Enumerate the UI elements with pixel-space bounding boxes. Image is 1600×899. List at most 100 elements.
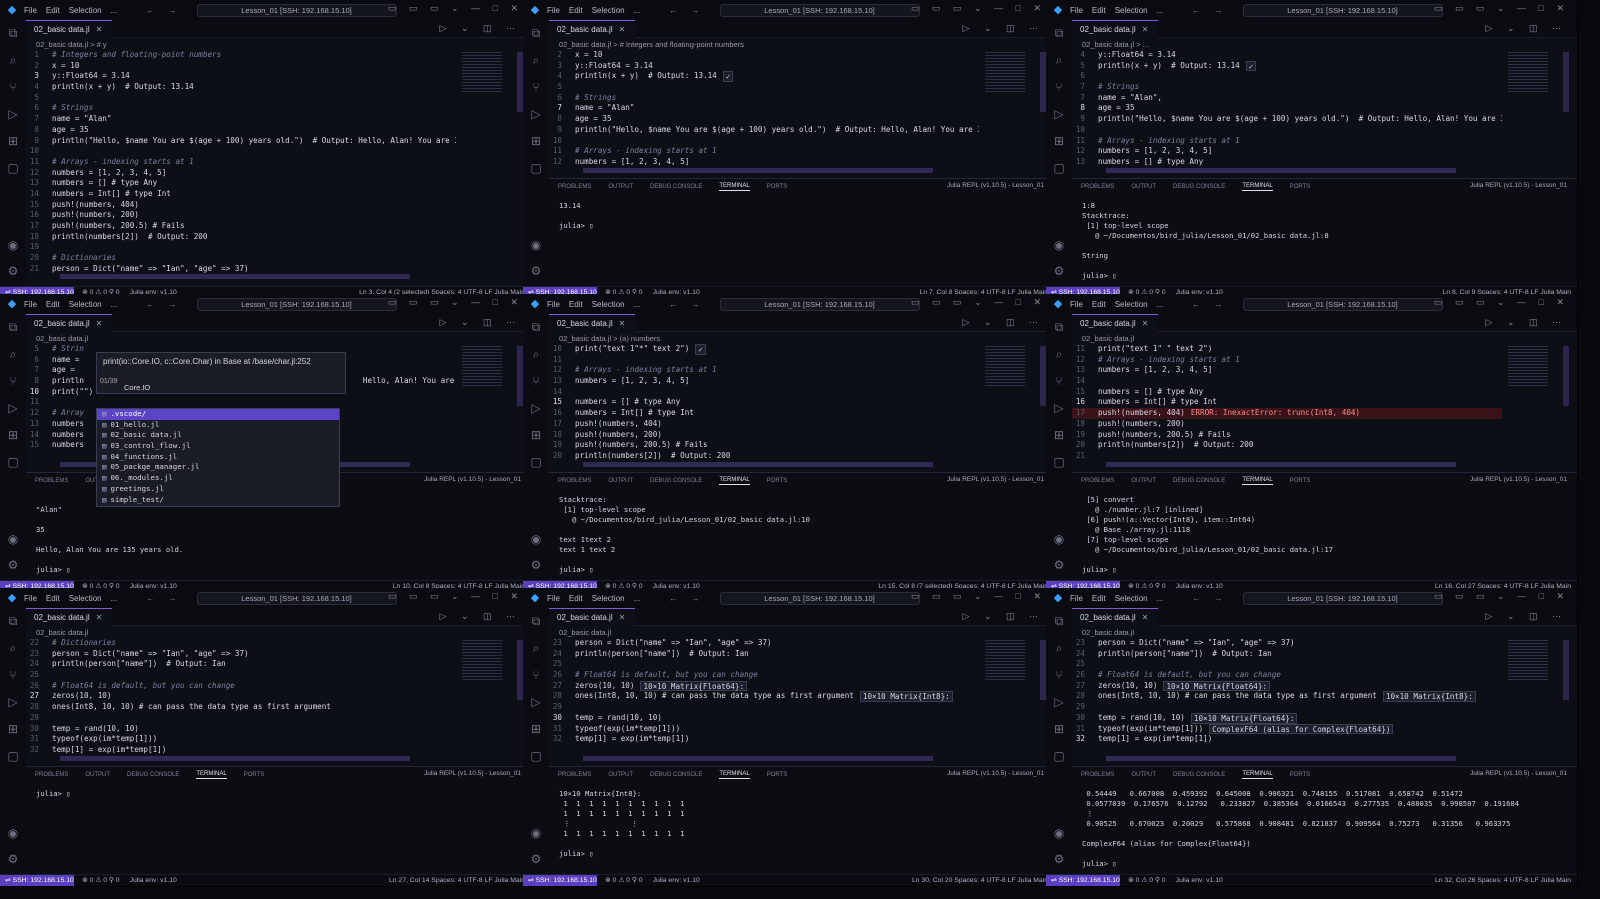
run-debug-icon[interactable]: ▷ bbox=[523, 395, 549, 422]
extensions-icon[interactable]: ⊞ bbox=[1046, 128, 1072, 155]
source-control-icon[interactable]: ⑂ bbox=[0, 368, 26, 395]
signature-counter[interactable]: 01/39 bbox=[100, 378, 118, 385]
editor-actions-icon[interactable]: ▷ ⌄ ◫ ⋯ bbox=[1486, 317, 1567, 328]
gear-icon[interactable]: ⚙ bbox=[523, 852, 549, 866]
editor-actions-icon[interactable]: ▷ ⌄ ◫ ⋯ bbox=[963, 23, 1044, 34]
close-icon[interactable]: ✕ bbox=[1142, 319, 1149, 328]
autocomplete-item[interactable]: ▤ simple_test/ bbox=[97, 495, 339, 506]
command-center-search[interactable]: Lesson_01 [SSH: 192.168.15.10] bbox=[196, 297, 397, 311]
extensions-icon[interactable]: ⊞ bbox=[1046, 422, 1072, 449]
nav-arrows-icon[interactable]: ← → bbox=[1192, 594, 1228, 603]
source-control-icon[interactable]: ⑂ bbox=[1046, 368, 1072, 395]
terminal-output[interactable]: [5] convert @ ./number.jl:7 [inlined] [6… bbox=[1082, 495, 1567, 575]
menu-0[interactable]: File bbox=[24, 594, 37, 603]
horizontal-scrollbar[interactable] bbox=[1106, 756, 1456, 761]
account-icon[interactable]: ◉ bbox=[0, 238, 26, 252]
code-editor[interactable]: 10 print("text 1"*" text 2") ✓ 11 12 # Arrays… bbox=[549, 344, 979, 472]
autocomplete-item[interactable]: ▤ 06._modules.jl bbox=[97, 473, 339, 484]
breadcrumb[interactable]: 02_basic data.jl > # y bbox=[36, 40, 107, 49]
command-center-search[interactable]: Lesson_01 [SSH: 192.168.15.10] bbox=[719, 3, 920, 17]
menu-1[interactable]: Edit bbox=[569, 594, 583, 603]
nav-arrows-icon[interactable]: ← → bbox=[146, 300, 182, 309]
source-control-icon[interactable]: ⑂ bbox=[523, 368, 549, 395]
extensions-icon[interactable]: ⊞ bbox=[523, 422, 549, 449]
julia-env[interactable]: Julia env: v1.10 bbox=[1176, 877, 1223, 884]
nav-arrows-icon[interactable]: ← → bbox=[146, 6, 182, 15]
window-controls-icon[interactable]: ▭ ▭ ▭ ⌄ — □ ✕ bbox=[388, 3, 523, 14]
gear-icon[interactable]: ⚙ bbox=[1046, 264, 1072, 278]
terminal-selector[interactable]: Julia REPL (v1.10.5) - Lesson_01 bbox=[1470, 476, 1567, 483]
vertical-scrollbar[interactable] bbox=[1563, 52, 1569, 112]
panel-tab-output[interactable]: OUTPUT bbox=[608, 772, 633, 778]
gear-icon[interactable]: ⚙ bbox=[0, 558, 26, 572]
run-debug-icon[interactable]: ▷ bbox=[0, 101, 26, 128]
panel-tab-output[interactable]: OUTPUT bbox=[85, 772, 110, 778]
panel-tab-ports[interactable]: PORTS bbox=[767, 184, 788, 190]
menu-0[interactable]: File bbox=[1070, 300, 1083, 309]
run-debug-icon[interactable]: ▷ bbox=[523, 689, 549, 716]
minimap[interactable] bbox=[985, 52, 1025, 92]
run-debug-icon[interactable]: ▷ bbox=[0, 689, 26, 716]
explorer-icon[interactable]: ⧉ bbox=[0, 608, 26, 635]
run-debug-icon[interactable]: ▷ bbox=[1046, 689, 1072, 716]
status-right[interactable]: Ln 32, Col 26 Spaces: 4 UTF-8 LF Julia M… bbox=[1435, 875, 1571, 886]
search-icon[interactable]: ⌕ bbox=[523, 47, 549, 74]
menu-0[interactable]: File bbox=[24, 6, 37, 15]
editor-tab[interactable]: 02_basic data.jl ✕ bbox=[549, 314, 635, 332]
minimap[interactable] bbox=[1508, 52, 1548, 92]
window-controls-icon[interactable]: ▭ ▭ ▭ ⌄ — □ ✕ bbox=[911, 591, 1046, 602]
search-icon[interactable]: ⌕ bbox=[523, 635, 549, 662]
nav-arrows-icon[interactable]: ← → bbox=[669, 594, 705, 603]
account-icon[interactable]: ◉ bbox=[1046, 826, 1072, 840]
editor-actions-icon[interactable]: ▷ ⌄ ◫ ⋯ bbox=[440, 317, 521, 328]
source-control-icon[interactable]: ⑂ bbox=[1046, 74, 1072, 101]
menu-2[interactable]: Selection bbox=[1115, 6, 1148, 15]
gear-icon[interactable]: ⚙ bbox=[523, 558, 549, 572]
panel-tab-terminal[interactable]: TERMINAL bbox=[719, 183, 750, 191]
search-icon[interactable]: ⌕ bbox=[1046, 635, 1072, 662]
breadcrumb[interactable]: 02_basic data.jl bbox=[1082, 628, 1134, 637]
julia-env[interactable]: Julia env: v1.10 bbox=[130, 877, 177, 884]
panel-tab-debug-console[interactable]: DEBUG CONSOLE bbox=[650, 478, 702, 484]
extensions-icon[interactable]: ⊞ bbox=[1046, 716, 1072, 743]
explorer-icon[interactable]: ⧉ bbox=[523, 608, 549, 635]
breadcrumb[interactable]: 02_basic data.jl > # Integers and floati… bbox=[559, 40, 744, 49]
gear-icon[interactable]: ⚙ bbox=[1046, 852, 1072, 866]
vertical-scrollbar[interactable] bbox=[1563, 346, 1569, 406]
search-icon[interactable]: ⌕ bbox=[1046, 47, 1072, 74]
panel-tab-ports[interactable]: PORTS bbox=[1290, 184, 1311, 190]
window-controls-icon[interactable]: ▭ ▭ ▭ ⌄ — □ ✕ bbox=[1434, 591, 1569, 602]
nav-arrows-icon[interactable]: ← → bbox=[146, 594, 182, 603]
menu-1[interactable]: Edit bbox=[1092, 6, 1106, 15]
panel-tab-terminal[interactable]: TERMINAL bbox=[1242, 477, 1273, 485]
menu-3[interactable]: ... bbox=[1157, 6, 1164, 15]
nav-arrows-icon[interactable]: ← → bbox=[1192, 6, 1228, 15]
explorer-icon[interactable]: ⧉ bbox=[0, 20, 26, 47]
menu-3[interactable]: ... bbox=[1157, 594, 1164, 603]
status-left[interactable]: ⊗ 0 ⚠ 0 ⚲ 0 Julia env: v1.10 bbox=[605, 875, 700, 886]
panel-tab-ports[interactable]: PORTS bbox=[1290, 478, 1311, 484]
editor-actions-icon[interactable]: ▷ ⌄ ◫ ⋯ bbox=[963, 317, 1044, 328]
panel-tab-problems[interactable]: PROBLEMS bbox=[1081, 184, 1114, 190]
command-center-search[interactable]: Lesson_01 [SSH: 192.168.15.10] bbox=[196, 3, 397, 17]
menu-2[interactable]: Selection bbox=[1115, 300, 1148, 309]
remote-indicator[interactable]: ⇌ SSH: 192.168.15.10 bbox=[523, 875, 597, 886]
account-icon[interactable]: ◉ bbox=[523, 238, 549, 252]
code-editor[interactable]: 1 # Integers and floating-point numbers 2 x… bbox=[26, 50, 456, 278]
menu-1[interactable]: Edit bbox=[46, 6, 60, 15]
panel-tab-problems[interactable]: PROBLEMS bbox=[558, 478, 591, 484]
terminal-selector[interactable]: Julia REPL (v1.10.5) - Lesson_01 bbox=[1470, 770, 1567, 777]
nav-arrows-icon[interactable]: ← → bbox=[1192, 300, 1228, 309]
breadcrumb[interactable]: 02_basic data.jl bbox=[559, 628, 611, 637]
terminal-output[interactable]: 0.54449 0.667008 0.459392 0.645008 0.906… bbox=[1082, 789, 1567, 869]
panel-tab-problems[interactable]: PROBLEMS bbox=[35, 772, 68, 778]
panel-tab-output[interactable]: OUTPUT bbox=[1131, 772, 1156, 778]
panel-tab-output[interactable]: OUTPUT bbox=[608, 478, 633, 484]
menu-0[interactable]: File bbox=[1070, 594, 1083, 603]
panel-tab-terminal[interactable]: TERMINAL bbox=[719, 771, 750, 779]
vertical-scrollbar[interactable] bbox=[1563, 640, 1569, 700]
terminal-output[interactable]: julia> ▯ bbox=[36, 789, 521, 799]
close-icon[interactable]: ✕ bbox=[1142, 613, 1149, 622]
panel-tab-problems[interactable]: PROBLEMS bbox=[1081, 478, 1114, 484]
editor-actions-icon[interactable]: ▷ ⌄ ◫ ⋯ bbox=[963, 611, 1044, 622]
